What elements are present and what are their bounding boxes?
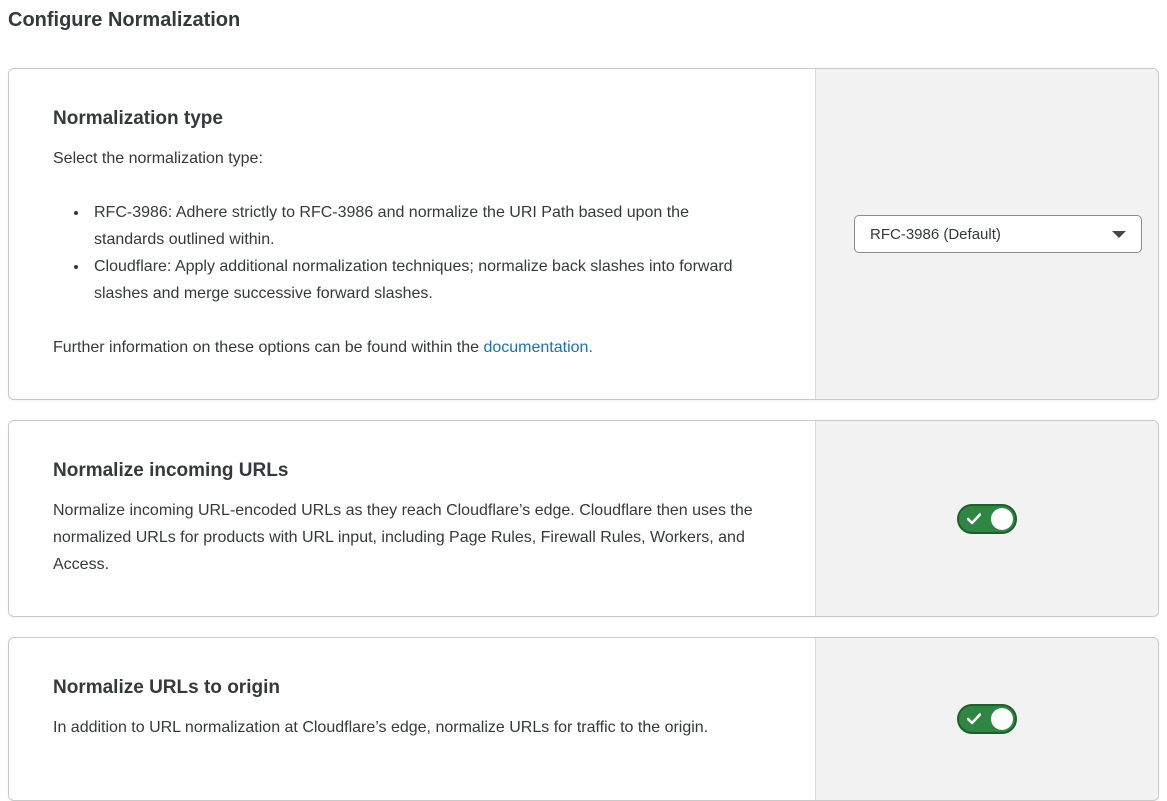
check-icon — [967, 713, 981, 725]
card-title-normalize-incoming-urls: Normalize incoming URLs — [53, 459, 771, 483]
normalization-type-select-value: RFC-3986 (Default) — [870, 226, 1001, 243]
normalize-incoming-urls-description: Normalize incoming URL-encoded URLs as t… — [53, 497, 771, 578]
footer-text: Further information on these options can… — [53, 339, 483, 356]
normalize-urls-to-origin-description: In addition to URL normalization at Clou… — [53, 714, 771, 741]
card-normalization-type: Normalization type Select the normalizat… — [8, 68, 1159, 400]
normalize-urls-to-origin-aside-panel — [815, 638, 1158, 800]
footer-period: . — [588, 339, 592, 356]
check-icon — [967, 513, 981, 525]
normalization-type-intro: Select the normalization type: — [53, 145, 771, 172]
toggle-knob — [991, 708, 1013, 730]
card-normalize-urls-to-origin-body: Normalize URLs to origin In addition to … — [9, 638, 815, 800]
card-title-normalize-urls-to-origin: Normalize URLs to origin — [53, 676, 771, 700]
normalize-urls-to-origin-toggle[interactable] — [957, 704, 1017, 734]
card-title-normalization-type: Normalization type — [53, 107, 771, 131]
page-title: Configure Normalization — [8, 8, 1159, 32]
card-normalize-incoming-urls: Normalize incoming URLs Normalize incomi… — [8, 420, 1159, 617]
normalize-incoming-urls-aside-panel — [815, 421, 1158, 616]
normalization-type-footer: Further information on these options can… — [53, 334, 771, 361]
normalize-incoming-urls-toggle[interactable] — [957, 504, 1017, 534]
normalization-type-options-list: RFC-3986: Adhere strictly to RFC-3986 an… — [53, 199, 771, 307]
chevron-down-icon — [1112, 231, 1126, 238]
toggle-knob — [991, 508, 1013, 530]
list-item-cloudflare: Cloudflare: Apply additional normalizati… — [89, 253, 744, 307]
card-normalize-urls-to-origin: Normalize URLs to origin In addition to … — [8, 637, 1159, 801]
documentation-link[interactable]: documentation — [483, 339, 588, 356]
card-normalize-incoming-urls-body: Normalize incoming URLs Normalize incomi… — [9, 421, 815, 616]
normalization-type-aside-panel: RFC-3986 (Default) — [815, 69, 1158, 399]
card-normalization-type-body: Normalization type Select the normalizat… — [9, 69, 815, 399]
normalization-type-select[interactable]: RFC-3986 (Default) — [854, 215, 1142, 253]
configure-normalization-page: Configure Normalization Normalization ty… — [0, 0, 1167, 797]
list-item-rfc-3986: RFC-3986: Adhere strictly to RFC-3986 an… — [89, 199, 744, 253]
